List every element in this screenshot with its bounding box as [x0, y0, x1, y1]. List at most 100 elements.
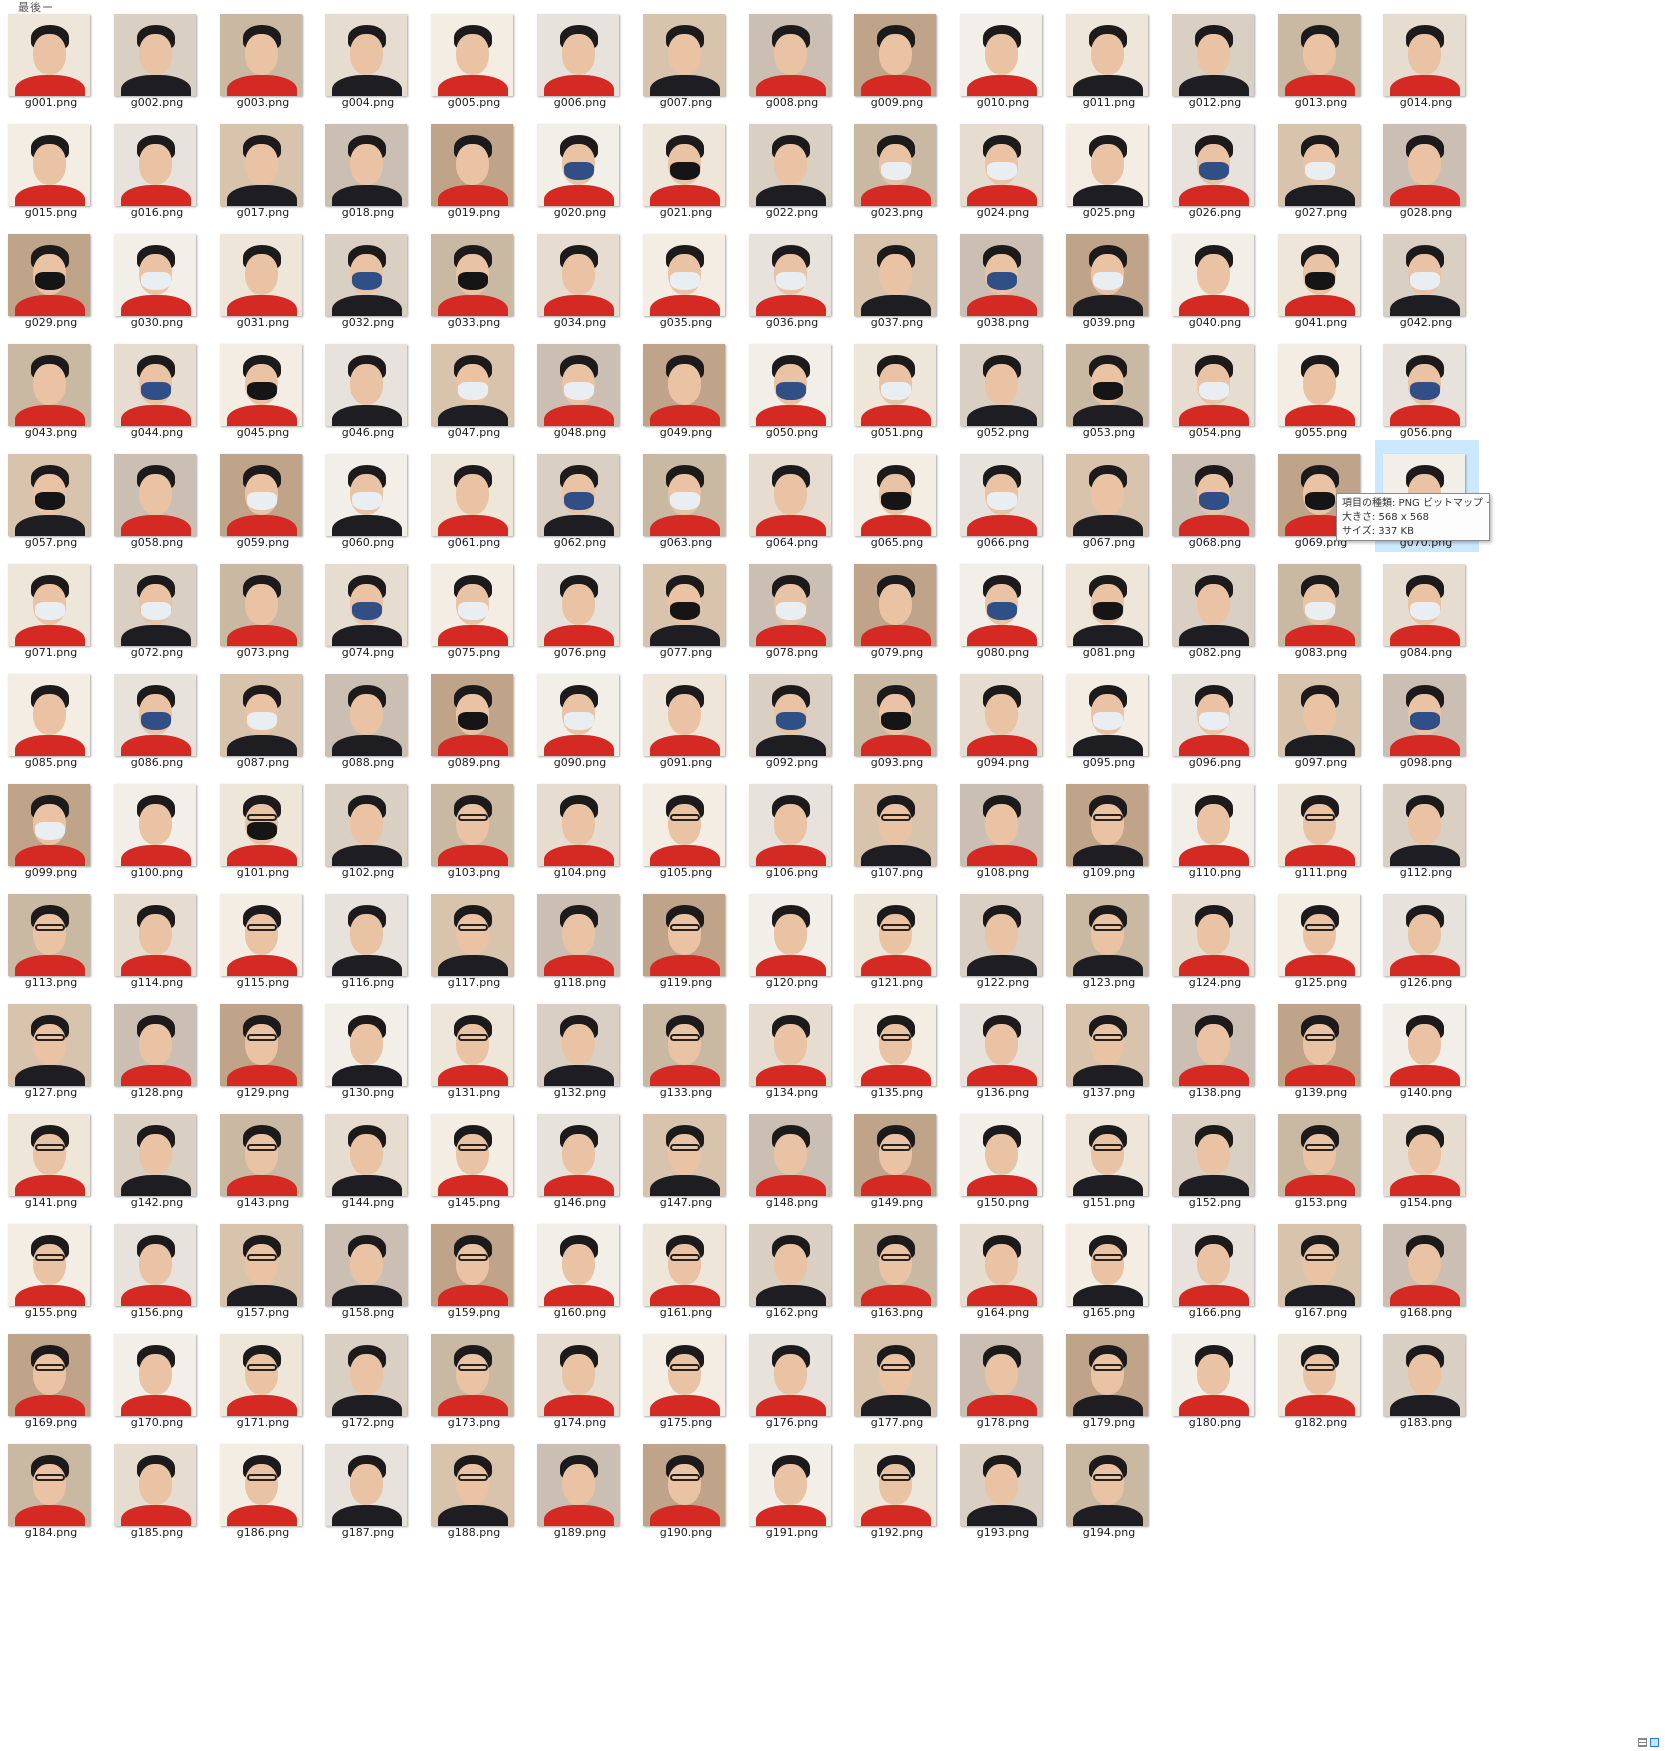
thumbnail-item[interactable]: g015.png [0, 110, 104, 222]
large-icons-view-icon[interactable] [1650, 1738, 1659, 1747]
thumbnail-item[interactable]: g164.png [952, 1210, 1056, 1322]
thumbnail-item[interactable]: g136.png [952, 990, 1056, 1102]
thumbnail-item[interactable]: g110.png [1164, 770, 1268, 882]
thumbnail-item[interactable]: g192.png [846, 1430, 950, 1542]
thumbnail-item[interactable]: g170.png [106, 1320, 210, 1432]
thumbnail-item[interactable]: g150.png [952, 1100, 1056, 1212]
thumbnail-item[interactable]: g191.png [741, 1430, 845, 1542]
thumbnail-item[interactable]: g019.png [423, 110, 527, 222]
thumbnail-item[interactable]: g082.png [1164, 550, 1268, 662]
thumbnail-item[interactable]: g079.png [846, 550, 950, 662]
thumbnail-item[interactable]: g121.png [846, 880, 950, 992]
thumbnail-item[interactable]: g003.png [212, 0, 316, 112]
thumbnail-item[interactable]: g071.png [0, 550, 104, 662]
thumbnail-item[interactable]: g165.png [1058, 1210, 1162, 1322]
thumbnail-item[interactable]: g152.png [1164, 1100, 1268, 1212]
thumbnail-item[interactable]: g143.png [212, 1100, 316, 1212]
thumbnail-item[interactable]: g149.png [846, 1100, 950, 1212]
thumbnail-item[interactable]: g159.png [423, 1210, 527, 1322]
thumbnail-item[interactable]: g093.png [846, 660, 950, 772]
thumbnail-item[interactable]: g023.png [846, 110, 950, 222]
thumbnail-item[interactable]: g124.png [1164, 880, 1268, 992]
thumbnail-item[interactable]: g166.png [1164, 1210, 1268, 1322]
thumbnail-item[interactable]: g117.png [423, 880, 527, 992]
thumbnail-item[interactable]: g116.png [317, 880, 421, 992]
thumbnail-item[interactable]: g007.png [635, 0, 739, 112]
thumbnail-item[interactable]: g100.png [106, 770, 210, 882]
thumbnail-item[interactable]: g045.png [212, 330, 316, 442]
thumbnail-item[interactable]: g078.png [741, 550, 845, 662]
thumbnail-item[interactable]: g038.png [952, 220, 1056, 332]
thumbnail-item[interactable]: g057.png [0, 440, 104, 552]
thumbnail-item[interactable]: g094.png [952, 660, 1056, 772]
thumbnail-item[interactable]: g034.png [529, 220, 633, 332]
thumbnail-item[interactable]: g077.png [635, 550, 739, 662]
thumbnail-item[interactable]: g072.png [106, 550, 210, 662]
thumbnail-item[interactable]: g128.png [106, 990, 210, 1102]
thumbnail-item[interactable]: g024.png [952, 110, 1056, 222]
thumbnail-item[interactable]: g011.png [1058, 0, 1162, 112]
thumbnail-item[interactable]: g090.png [529, 660, 633, 772]
thumbnail-item[interactable]: g172.png [317, 1320, 421, 1432]
thumbnail-item[interactable]: g133.png [635, 990, 739, 1102]
thumbnail-item[interactable]: g085.png [0, 660, 104, 772]
thumbnail-item[interactable]: g109.png [1058, 770, 1162, 882]
thumbnail-item[interactable]: g092.png [741, 660, 845, 772]
thumbnail-item[interactable]: g125.png [1270, 880, 1374, 992]
thumbnail-item[interactable]: g179.png [1058, 1320, 1162, 1432]
thumbnail-item[interactable]: g066.png [952, 440, 1056, 552]
thumbnail-item[interactable]: g138.png [1164, 990, 1268, 1102]
thumbnail-item[interactable]: g162.png [741, 1210, 845, 1322]
thumbnail-item[interactable]: g142.png [106, 1100, 210, 1212]
thumbnail-item[interactable]: g146.png [529, 1100, 633, 1212]
thumbnail-item[interactable]: g009.png [846, 0, 950, 112]
thumbnail-item[interactable]: g049.png [635, 330, 739, 442]
thumbnail-item[interactable]: g098.png [1375, 660, 1479, 772]
thumbnail-item[interactable]: g016.png [106, 110, 210, 222]
thumbnail-item[interactable]: g183.png [1375, 1320, 1479, 1432]
thumbnail-item[interactable]: g075.png [423, 550, 527, 662]
thumbnail-item[interactable]: g194.png [1058, 1430, 1162, 1542]
thumbnail-item[interactable]: g122.png [952, 880, 1056, 992]
thumbnail-item[interactable]: g063.png [635, 440, 739, 552]
thumbnail-item[interactable]: g027.png [1270, 110, 1374, 222]
thumbnail-item[interactable]: g059.png [212, 440, 316, 552]
thumbnail-item[interactable]: g080.png [952, 550, 1056, 662]
thumbnail-item[interactable]: g021.png [635, 110, 739, 222]
thumbnail-item[interactable]: g119.png [635, 880, 739, 992]
thumbnail-item[interactable]: g106.png [741, 770, 845, 882]
thumbnail-item[interactable]: g186.png [212, 1430, 316, 1542]
thumbnail-item[interactable]: g147.png [635, 1100, 739, 1212]
thumbnail-item[interactable]: g104.png [529, 770, 633, 882]
thumbnail-item[interactable]: g160.png [529, 1210, 633, 1322]
thumbnail-item[interactable]: g043.png [0, 330, 104, 442]
thumbnail-item[interactable]: g167.png [1270, 1210, 1374, 1322]
thumbnail-item[interactable]: g013.png [1270, 0, 1374, 112]
thumbnail-item[interactable]: g148.png [741, 1100, 845, 1212]
thumbnail-item[interactable]: g001.png [0, 0, 104, 112]
thumbnail-item[interactable]: g074.png [317, 550, 421, 662]
thumbnail-item[interactable]: g073.png [212, 550, 316, 662]
thumbnail-item[interactable]: g096.png [1164, 660, 1268, 772]
thumbnail-item[interactable]: g060.png [317, 440, 421, 552]
thumbnail-item[interactable]: g008.png [741, 0, 845, 112]
thumbnail-item[interactable]: g132.png [529, 990, 633, 1102]
thumbnail-item[interactable]: g176.png [741, 1320, 845, 1432]
thumbnail-item[interactable]: g099.png [0, 770, 104, 882]
thumbnail-item[interactable]: g030.png [106, 220, 210, 332]
thumbnail-item[interactable]: g047.png [423, 330, 527, 442]
thumbnail-item[interactable]: g035.png [635, 220, 739, 332]
thumbnail-item[interactable]: g139.png [1270, 990, 1374, 1102]
thumbnail-item[interactable]: g129.png [212, 990, 316, 1102]
thumbnail-item[interactable]: g156.png [106, 1210, 210, 1322]
thumbnail-item[interactable]: g039.png [1058, 220, 1162, 332]
thumbnail-item[interactable]: g061.png [423, 440, 527, 552]
thumbnail-item[interactable]: g177.png [846, 1320, 950, 1432]
thumbnail-item[interactable]: g026.png [1164, 110, 1268, 222]
thumbnail-item[interactable]: g020.png [529, 110, 633, 222]
thumbnail-item[interactable]: g062.png [529, 440, 633, 552]
thumbnail-item[interactable]: g154.png [1375, 1100, 1479, 1212]
thumbnail-item[interactable]: g086.png [106, 660, 210, 772]
thumbnail-item[interactable]: g056.png [1375, 330, 1479, 442]
thumbnail-item[interactable]: g173.png [423, 1320, 527, 1432]
